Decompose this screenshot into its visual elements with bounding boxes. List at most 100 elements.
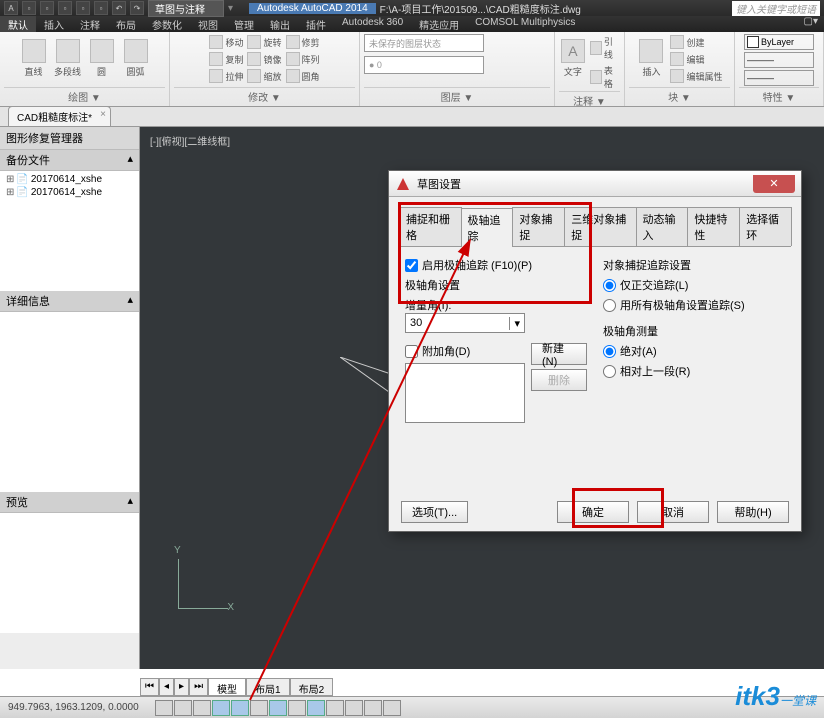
workspace-dropdown[interactable]: 草图与注释 [148,0,224,17]
tab-insert[interactable]: 插入 [36,16,72,32]
insert-button[interactable]: 插入 [635,34,667,82]
tab-selection-cycling[interactable]: 选择循环 [739,207,792,246]
ducs-toggle[interactable] [288,700,306,716]
leader-button[interactable]: 引线 [589,34,620,62]
osnap-toggle[interactable] [231,700,249,716]
enable-polar-input[interactable] [405,259,418,272]
tab-quick-props[interactable]: 快捷特性 [687,207,740,246]
save-icon[interactable]: ▫ [58,1,72,15]
tab-nav-first-icon[interactable]: ⏮ [140,678,159,696]
ortho-toggle[interactable] [193,700,211,716]
tab-a360[interactable]: Autodesk 360 [334,16,411,32]
otrack-toggle[interactable] [269,700,287,716]
ribbon-expand-icon[interactable]: ▢▾ [798,16,824,32]
color-dropdown[interactable]: ByLayer [744,34,814,50]
panel-draw-title[interactable]: 绘图 ▼ [4,87,165,104]
layout1-tab[interactable]: 布局1 [246,678,290,696]
tpy-toggle[interactable] [345,700,363,716]
new-icon[interactable]: ▫ [22,1,36,15]
tab-manage[interactable]: 管理 [226,16,262,32]
increment-angle-combo[interactable]: 30 ▾ [405,313,525,333]
fillet-button[interactable]: 圆角 [285,68,321,84]
help-button[interactable]: 帮助(H) [717,501,789,523]
tab-default[interactable]: 默认 [0,16,36,32]
rotate-button[interactable]: 旋转 [246,34,282,50]
layout2-tab[interactable]: 布局2 [290,678,334,696]
mirror-button[interactable]: 镜像 [246,51,282,67]
cancel-button[interactable]: 取消 [637,501,709,523]
layer-dropdown[interactable]: ● 0 [364,56,484,74]
tab-view[interactable]: 视图 [190,16,226,32]
all-polar-radio[interactable]: 用所有极轴角设置追踪(S) [603,297,785,313]
preview-section-header[interactable]: 预览▴ [0,492,139,513]
ortho-only-radio[interactable]: 仅正交追踪(L) [603,277,785,293]
panel-block-title[interactable]: 块 ▼ [629,87,730,104]
lwt-toggle[interactable] [326,700,344,716]
model-tab[interactable]: 模型 [208,678,246,696]
enable-polar-checkbox[interactable]: 启用极轴追踪 (F10)(P) [405,257,587,273]
delete-angle-button[interactable]: 删除 [531,369,587,391]
help-search[interactable]: 键入关键字或短语 [732,1,820,16]
tab-nav-next-icon[interactable]: ▸ [174,678,189,696]
saveas-icon[interactable]: ▫ [76,1,90,15]
additional-angles-checkbox[interactable]: 附加角(D) [405,343,525,359]
backup-section-header[interactable]: 备份文件▴ [0,150,139,171]
tab-output[interactable]: 输出 [262,16,298,32]
detail-section-header[interactable]: 详细信息▴ [0,291,139,312]
dialog-titlebar[interactable]: 草图设置 ✕ [389,171,801,197]
create-block-button[interactable]: 创建 [669,34,723,50]
open-icon[interactable]: ▫ [40,1,54,15]
tab-3d-object-snap[interactable]: 三维对象捕捉 [564,207,636,246]
tab-object-snap[interactable]: 对象捕捉 [512,207,565,246]
edit-block-button[interactable]: 编辑 [669,51,723,67]
redo-icon[interactable]: ↷ [130,1,144,15]
qp-toggle[interactable] [364,700,382,716]
tab-dynamic-input[interactable]: 动态输入 [636,207,689,246]
panel-modify-title[interactable]: 修改 ▼ [174,87,355,104]
app-menu-icon[interactable]: A [4,1,18,15]
document-tab[interactable]: CAD粗糙度标注* × [8,106,111,126]
polyline-button[interactable]: 多段线 [52,34,84,82]
additional-angles-input[interactable] [405,345,418,358]
tab-polar-tracking[interactable]: 极轴追踪 [461,208,514,247]
dyn-toggle[interactable] [307,700,325,716]
panel-props-title[interactable]: 特性 ▼ [739,87,819,104]
edit-attr-button[interactable]: 编辑属性 [669,68,723,84]
tree-item[interactable]: ⊞📄20170614_xshe [2,186,137,199]
sc-toggle[interactable] [383,700,401,716]
options-button[interactable]: 选项(T)... [401,501,468,523]
dialog-close-button[interactable]: ✕ [753,175,795,193]
relative-radio[interactable]: 相对上一段(R) [603,363,785,379]
scale-button[interactable]: 缩放 [246,68,282,84]
line-button[interactable]: 直线 [18,34,50,82]
text-button[interactable]: A文字 [559,34,587,82]
move-button[interactable]: 移动 [208,34,244,50]
close-tab-icon[interactable]: × [100,109,106,120]
array-button[interactable]: 阵列 [285,51,321,67]
panel-annot-title[interactable]: 注释 ▼ [559,91,620,108]
tab-annotate[interactable]: 注释 [72,16,108,32]
tab-featured[interactable]: 精选应用 [411,16,467,32]
ok-button[interactable]: 确定 [557,501,629,523]
arc-button[interactable]: 圆弧 [120,34,152,82]
tree-item[interactable]: ⊞📄20170614_xshe [2,173,137,186]
tab-layout[interactable]: 布局 [108,16,144,32]
snap-toggle[interactable] [155,700,173,716]
tab-parametric[interactable]: 参数化 [144,16,190,32]
new-angle-button[interactable]: 新建(N) [531,343,587,365]
tab-nav-prev-icon[interactable]: ◂ [159,678,174,696]
tab-plugins[interactable]: 插件 [298,16,334,32]
tab-snap-grid[interactable]: 捕捉和栅格 [399,207,462,246]
undo-icon[interactable]: ↶ [112,1,126,15]
grid-toggle[interactable] [174,700,192,716]
lineweight-dropdown[interactable]: ——— [744,52,814,68]
panel-layer-title[interactable]: 图层 ▼ [364,87,550,104]
3dosnap-toggle[interactable] [250,700,268,716]
tab-nav-last-icon[interactable]: ⏭ [189,678,208,696]
absolute-radio[interactable]: 绝对(A) [603,343,785,359]
polar-toggle[interactable] [212,700,230,716]
print-icon[interactable]: ▫ [94,1,108,15]
tab-comsol[interactable]: COMSOL Multiphysics [467,16,583,32]
additional-angles-list[interactable] [405,363,525,423]
linetype-dropdown[interactable]: ——— [744,70,814,86]
